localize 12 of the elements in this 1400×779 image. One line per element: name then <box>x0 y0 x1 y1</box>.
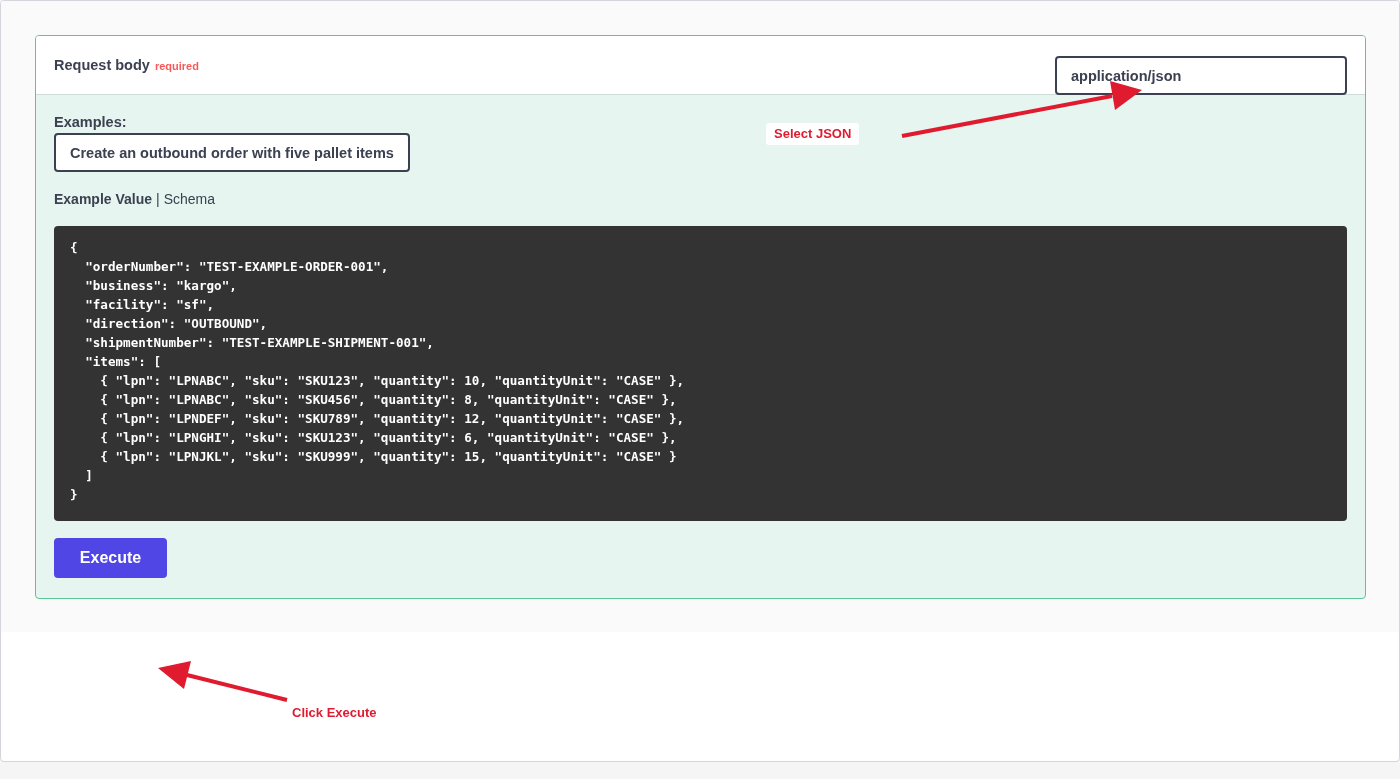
required-label: required <box>154 60 199 72</box>
tab[interactable]: Schema <box>163 191 216 207</box>
tab-divider: | <box>156 190 160 208</box>
annotation-label: Select JSON <box>766 123 860 145</box>
examples-label: Examples: <box>54 113 127 131</box>
annotation-label: Click Execute <box>292 704 377 722</box>
tab[interactable]: Example Value <box>54 191 153 207</box>
section-title: Request body <box>54 57 150 73</box>
content-type-select[interactable]: application/json <box>1055 56 1347 95</box>
execute-button[interactable]: Execute <box>54 538 167 578</box>
code-block: { "orderNumber": "TEST-EXAMPLE-ORDER-001", "business": "kargo", "facility": "sf", "direction": "OUTBOUND", "shipmentNumber": "TEST-EXAMPLE-SHIPMENT-001", "items": [ { "lpn": "LPNABC", "sku": "SKU123", "quantity": 10, "quantityUnit": "CASE" }, { "lpn": "LPNABC", "sku": "SKU456", "quantity": 8, "quantityUnit": "CASE" }, { "lpn": "LPNDEF", "sku": "SKU789", "quantity": 12, "quantityUnit": "CASE" }, { "lpn": "LPNGHI", "sku": "SKU123", "quantity": 6, "quantityUnit": "CASE" }, { "lpn": "LPNJKL", "sku": "SKU999", "quantity": 15, "quantityUnit": "CASE" } ] } <box>54 226 1347 521</box>
examples-select[interactable]: Create an outbound order with five pallet items <box>54 133 410 172</box>
